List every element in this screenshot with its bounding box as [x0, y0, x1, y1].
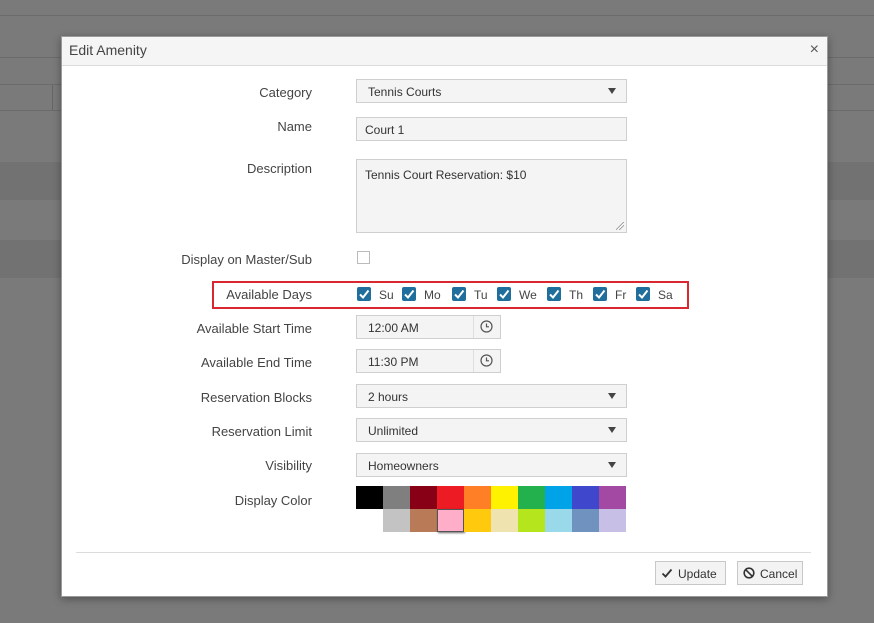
color-swatch[interactable]	[383, 486, 410, 509]
edit-amenity-dialog: Edit Amenity × Category Tennis Courts Na…	[61, 36, 828, 597]
available-days-label: Available Days	[226, 287, 312, 302]
day-label: Fr	[615, 288, 627, 302]
visibility-select[interactable]: Homeowners	[356, 453, 627, 477]
color-swatch[interactable]	[491, 486, 518, 509]
day-label: Mo	[424, 288, 441, 302]
category-select[interactable]: Tennis Courts	[356, 79, 627, 103]
color-swatch[interactable]	[572, 509, 599, 532]
chevron-down-icon	[608, 88, 616, 94]
checkbox-checked-icon	[357, 287, 371, 301]
day-label: Th	[569, 288, 584, 302]
description-text: Tennis Court Reservation: $10	[365, 168, 527, 182]
start-time-picker[interactable]: 12:00 AM	[356, 315, 501, 339]
chevron-down-icon	[608, 462, 616, 468]
check-icon	[661, 567, 673, 582]
checkbox-checked-icon	[497, 287, 511, 301]
day-label: Tu	[474, 288, 488, 302]
day-label: Sa	[658, 288, 673, 302]
description-label: Description	[246, 161, 312, 176]
bg-divider	[52, 85, 53, 110]
reservation-blocks-value: 2 hours	[368, 390, 409, 404]
checkbox-checked-icon	[452, 287, 466, 301]
reservation-limit-label: Reservation Limit	[211, 424, 312, 439]
color-swatch[interactable]	[599, 509, 626, 532]
end-time-picker[interactable]: 11:30 PM	[356, 349, 501, 373]
name-input[interactable]: Court 1	[356, 117, 627, 141]
visibility-label: Visibility	[265, 458, 312, 473]
checkbox-checked-icon	[547, 287, 561, 301]
display-master-checkbox[interactable]	[357, 251, 370, 264]
color-swatch[interactable]	[437, 486, 464, 509]
category-value: Tennis Courts	[368, 85, 442, 99]
display-color-label: Display Color	[234, 493, 312, 508]
reservation-limit-value: Unlimited	[368, 424, 419, 438]
color-swatch[interactable]	[410, 509, 437, 532]
reservation-blocks-label: Reservation Blocks	[200, 390, 312, 405]
checkbox-checked-icon	[402, 287, 416, 301]
color-swatch[interactable]	[545, 509, 572, 532]
clock-icon[interactable]	[473, 316, 500, 338]
cancel-label: Cancel	[760, 567, 798, 581]
visibility-value: Homeowners	[368, 459, 439, 473]
footer-divider	[76, 552, 811, 553]
resize-handle-icon[interactable]	[616, 222, 624, 230]
start-time-label: Available Start Time	[196, 321, 312, 336]
color-swatch[interactable]	[545, 486, 572, 509]
end-time-label: Available End Time	[200, 355, 312, 370]
color-swatch[interactable]	[518, 486, 545, 509]
close-icon[interactable]: ×	[810, 41, 819, 59]
end-time-value: 11:30 PM	[368, 355, 419, 369]
checkbox-checked-icon	[593, 287, 607, 301]
description-textarea[interactable]: Tennis Court Reservation: $10	[356, 159, 627, 233]
chevron-down-icon	[608, 427, 616, 433]
update-button[interactable]: Update	[655, 561, 726, 585]
update-label: Update	[678, 567, 717, 581]
reservation-limit-select[interactable]: Unlimited	[356, 418, 627, 442]
color-swatch[interactable]	[491, 509, 518, 532]
checkbox-checked-icon	[636, 287, 650, 301]
color-swatch[interactable]	[356, 486, 383, 509]
color-swatch[interactable]	[572, 486, 599, 509]
color-swatch[interactable]	[599, 486, 626, 509]
display-master-label: Display on Master/Sub	[181, 252, 312, 267]
day-label: We	[519, 288, 537, 302]
color-swatch[interactable]	[410, 486, 437, 509]
cancel-button[interactable]: Cancel	[737, 561, 803, 585]
color-swatch[interactable]	[383, 509, 410, 532]
color-swatch[interactable]	[464, 509, 491, 532]
dialog-header: Edit Amenity ×	[62, 37, 827, 66]
color-swatch[interactable]	[518, 509, 545, 532]
color-swatch-selected[interactable]	[437, 509, 464, 532]
start-time-value: 12:00 AM	[368, 321, 419, 335]
ban-icon	[743, 567, 755, 582]
chevron-down-icon	[608, 393, 616, 399]
day-label: Su	[379, 288, 394, 302]
name-label: Name	[277, 119, 312, 134]
bg-divider	[0, 15, 874, 16]
dialog-title: Edit Amenity	[69, 42, 147, 58]
clock-icon[interactable]	[473, 350, 500, 372]
color-swatch[interactable]	[464, 486, 491, 509]
reservation-blocks-select[interactable]: 2 hours	[356, 384, 627, 408]
category-label: Category	[259, 85, 312, 100]
